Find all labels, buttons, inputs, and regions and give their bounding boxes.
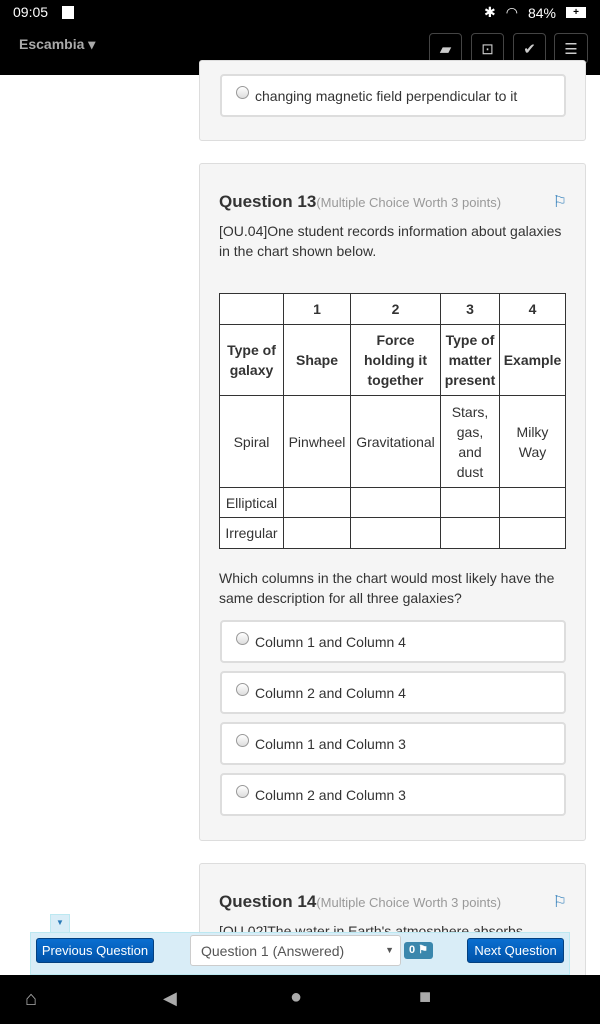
radio-button[interactable]	[236, 785, 249, 798]
radio-button[interactable]	[236, 86, 249, 99]
district-dropdown[interactable]: Escambia ▾	[19, 36, 95, 53]
table-cell: Stars, gas, and dust	[440, 395, 500, 488]
back-icon[interactable]: ◀	[163, 988, 177, 1009]
flag-icon[interactable]: ⚐	[553, 192, 567, 212]
answer-option-2[interactable]: Column 2 and Column 4	[220, 671, 566, 714]
table-header: 3	[440, 293, 500, 325]
table-header	[219, 293, 284, 325]
answer-option[interactable]: changing magnetic field perpendicular to…	[220, 74, 566, 117]
district-name: Escambia	[19, 36, 85, 52]
battery-icon: +	[566, 7, 586, 18]
android-nav-bar: ⌂ ◀ ● ■	[0, 975, 600, 1024]
table-cell: Type of matter present	[440, 324, 500, 396]
question-meta: (Multiple Choice Worth 3 points)	[316, 195, 502, 210]
answer-option-3[interactable]: Column 1 and Column 3	[220, 722, 566, 765]
radio-button[interactable]	[236, 734, 249, 747]
menu-icon: ☰	[564, 40, 578, 58]
clock: 09:05	[13, 4, 49, 20]
table-cell: Milky Way	[499, 395, 566, 488]
flag-icon: ⚑	[418, 944, 429, 956]
collapse-toggle[interactable]: ▼	[50, 914, 70, 932]
table-header: 4	[499, 293, 566, 325]
table-cell: Pinwheel	[283, 395, 351, 488]
table-header: 2	[350, 293, 441, 325]
question-number: Question 14	[219, 892, 317, 911]
option-label: changing magnetic field perpendicular to…	[255, 87, 518, 104]
check-icon: ✔	[523, 40, 536, 58]
question-number: Question 13	[219, 192, 317, 211]
answer-option-1[interactable]: Column 1 and Column 4	[220, 620, 566, 663]
question-title: Question 14(Multiple Choice Worth 3 poin…	[219, 892, 501, 912]
option-label: Column 2 and Column 4	[255, 684, 406, 701]
flag-count-badge[interactable]: 0 ⚑	[404, 942, 433, 959]
table-cell: Gravitational	[350, 395, 441, 488]
table-cell: Shape	[283, 324, 351, 396]
table-cell: Type of galaxy	[219, 324, 284, 396]
option-label: Column 1 and Column 3	[255, 735, 406, 752]
wifi-icon: ◠	[505, 4, 518, 20]
flag-count: 0	[408, 944, 416, 956]
home-app-icon[interactable]: ⌂	[25, 988, 37, 1011]
option-label: Column 1 and Column 4	[255, 633, 406, 650]
question-12-card: changing magnetic field perpendicular to…	[199, 60, 586, 141]
radio-button[interactable]	[236, 632, 249, 645]
notification-icon	[62, 6, 74, 19]
option-label: Column 2 and Column 3	[255, 786, 406, 803]
question-13-card: Question 13(Multiple Choice Worth 3 poin…	[199, 163, 586, 841]
dropdown-arrow-icon: ▼	[385, 945, 394, 955]
battery-level: 84%	[527, 4, 556, 21]
home-icon[interactable]: ●	[290, 986, 302, 1009]
galaxy-table: 1234 Type of galaxy Shape Force holding it…	[219, 293, 566, 549]
question-navigation-bar: Previous Question Question 1 (Answered) ▼…	[30, 932, 570, 975]
table-cell: Spiral	[219, 395, 284, 488]
question-title: Question 13(Multiple Choice Worth 3 poin…	[219, 192, 501, 212]
next-question-button[interactable]: Next Question	[467, 938, 564, 963]
table-cell: Irregular	[219, 517, 284, 549]
table-cell: Example	[499, 324, 566, 396]
inbox-icon: ⊡	[481, 40, 494, 58]
status-bar: 09:05 ✱ ◠ 84% +	[0, 0, 600, 25]
table-cell: Force holding it together	[350, 324, 441, 396]
selected-question: Question 1 (Answered)	[201, 943, 345, 959]
question-select[interactable]: Question 1 (Answered) ▼	[190, 935, 401, 966]
previous-question-button[interactable]: Previous Question	[36, 938, 154, 963]
flag-icon[interactable]: ⚐	[553, 892, 567, 912]
recents-icon[interactable]: ■	[419, 986, 431, 1009]
question-meta: (Multiple Choice Worth 3 points)	[316, 895, 502, 910]
notebook-icon: ▰	[439, 40, 452, 58]
table-cell: Elliptical	[219, 487, 284, 518]
table-header: 1	[283, 293, 351, 325]
bluetooth-icon: ✱	[484, 4, 496, 20]
answer-option-4[interactable]: Column 2 and Column 3	[220, 773, 566, 816]
question-text: [OU.04]One student records information a…	[219, 223, 562, 259]
question-prompt: Which columns in the chart would most li…	[219, 570, 555, 606]
radio-button[interactable]	[236, 683, 249, 696]
